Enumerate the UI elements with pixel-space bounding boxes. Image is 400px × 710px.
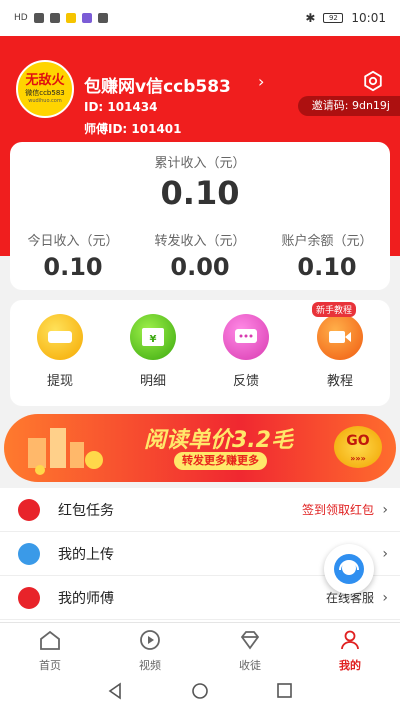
chevron-right-icon[interactable]: › (258, 72, 264, 91)
tab-apprentice[interactable]: 收徒 (215, 629, 285, 673)
logo-title: 无敌火 (25, 72, 65, 88)
tutorial-button[interactable]: 新手教程 教程 (300, 302, 380, 389)
total-income-label: 累计收入（元） (154, 156, 246, 171)
status-icons: HD (14, 13, 108, 23)
bottom-tabbar: 首页 视频 收徒 我的 (0, 622, 400, 672)
back-icon[interactable] (108, 682, 121, 700)
banner-subtitle: 转发更多赚更多 (174, 452, 267, 470)
recents-icon[interactable] (277, 683, 292, 698)
go-label: GO (346, 433, 370, 449)
feedback-button[interactable]: 反馈 (206, 314, 286, 389)
action-label: 教程 (326, 374, 353, 389)
red-packet-icon (18, 498, 40, 521)
list-item-label: 红包任务 (58, 502, 114, 519)
stat-forward: 转发收入（元） 0.00 (137, 230, 263, 281)
tab-label: 收徒 (239, 659, 261, 672)
home-nav-icon[interactable] (192, 683, 208, 699)
feedback-icon (223, 314, 269, 360)
chevron-right-icon: › (382, 589, 388, 606)
tab-label: 首页 (39, 659, 61, 672)
go-button[interactable]: GO»»» (334, 426, 382, 468)
master-id: 师傅ID: 101401 (84, 122, 182, 136)
quick-actions: 提现 ¥ 明细 反馈 新手教程 教程 (10, 300, 390, 406)
battery-icon: 92 (323, 13, 344, 23)
signal-icon (33, 13, 44, 23)
settings-icon[interactable] (362, 70, 384, 92)
user-name[interactable]: 包赚网v信ccb583 (84, 72, 231, 97)
tab-home[interactable]: 首页 (15, 629, 85, 673)
income-card: 累计收入（元） 0.10 今日收入（元） 0.10 转发收入（元） 0.00 账… (10, 142, 390, 290)
detail-icon: ¥ (130, 314, 176, 360)
cloud-upload-icon (18, 542, 40, 565)
stat-value: 0.10 (43, 253, 103, 281)
play-icon (140, 630, 160, 650)
coins-illustration-icon (28, 428, 103, 475)
home-icon (40, 630, 60, 650)
tab-label: 视频 (139, 659, 161, 672)
chevron-right-icon: › (382, 545, 388, 562)
app-notification-icon (65, 13, 76, 23)
system-nav-bar (0, 672, 400, 710)
status-right: ✱ 92 10:01 (305, 11, 386, 25)
invite-code[interactable]: 邀请码: 9dn19j (297, 96, 400, 116)
stat-label: 转发收入（元） (154, 234, 246, 249)
new-user-badge: 新手教程 (312, 302, 357, 317)
stat-label: 今日收入（元） (27, 234, 119, 249)
clock: 10:01 (351, 11, 386, 25)
customer-service-button[interactable] (324, 544, 374, 594)
withdraw-button[interactable]: 提现 (20, 314, 100, 389)
chevron-right-icon: › (382, 501, 388, 518)
action-label: 提现 (46, 374, 73, 389)
avatar[interactable]: 无敌火 微信ccb583 wudihuo.com (16, 60, 74, 118)
tab-video[interactable]: 视频 (115, 629, 185, 673)
stat-value: 0.00 (170, 253, 230, 281)
user-id: ID: 101434 (84, 100, 158, 114)
signal2-icon (49, 13, 60, 23)
diamond-icon (240, 631, 260, 650)
app-notification2-icon (81, 13, 92, 23)
list-item-extra: 签到领取红包 (301, 503, 374, 517)
stat-balance: 账户余额（元） 0.10 (264, 230, 390, 281)
list-item-redpacket[interactable]: 红包任务 签到领取红包 › (0, 488, 400, 532)
logo-url: wudihuo.com (28, 97, 62, 104)
wechat-icon (97, 13, 108, 23)
total-income-value: 0.10 (160, 174, 240, 212)
star-icon (18, 586, 40, 609)
bluetooth-icon: ✱ (305, 11, 316, 25)
logo-subtitle: 微信ccb583 (25, 88, 65, 97)
stat-today: 今日收入（元） 0.10 (10, 230, 136, 281)
action-label: 明细 (139, 374, 166, 389)
tutorial-icon (317, 314, 363, 360)
hd-indicator: HD (14, 13, 28, 23)
stat-label: 账户余额（元） (281, 234, 373, 249)
svg-text:¥: ¥ (150, 334, 157, 345)
banner-title: 阅读单价3.2毛 (144, 428, 293, 453)
headset-icon (334, 554, 364, 584)
tab-label: 我的 (339, 659, 361, 672)
user-icon (341, 630, 359, 650)
detail-button[interactable]: ¥ 明细 (113, 314, 193, 389)
withdraw-icon (37, 314, 83, 360)
promo-banner[interactable]: 阅读单价3.2毛 转发更多赚更多 GO»»» (4, 414, 396, 482)
stat-value: 0.10 (297, 253, 357, 281)
action-label: 反馈 (232, 374, 259, 389)
list-item-label: 我的师傅 (58, 590, 114, 607)
status-bar: HD ✱ 92 10:01 (0, 0, 400, 36)
list-item-label: 我的上传 (58, 546, 114, 563)
tab-mine[interactable]: 我的 (315, 629, 385, 673)
